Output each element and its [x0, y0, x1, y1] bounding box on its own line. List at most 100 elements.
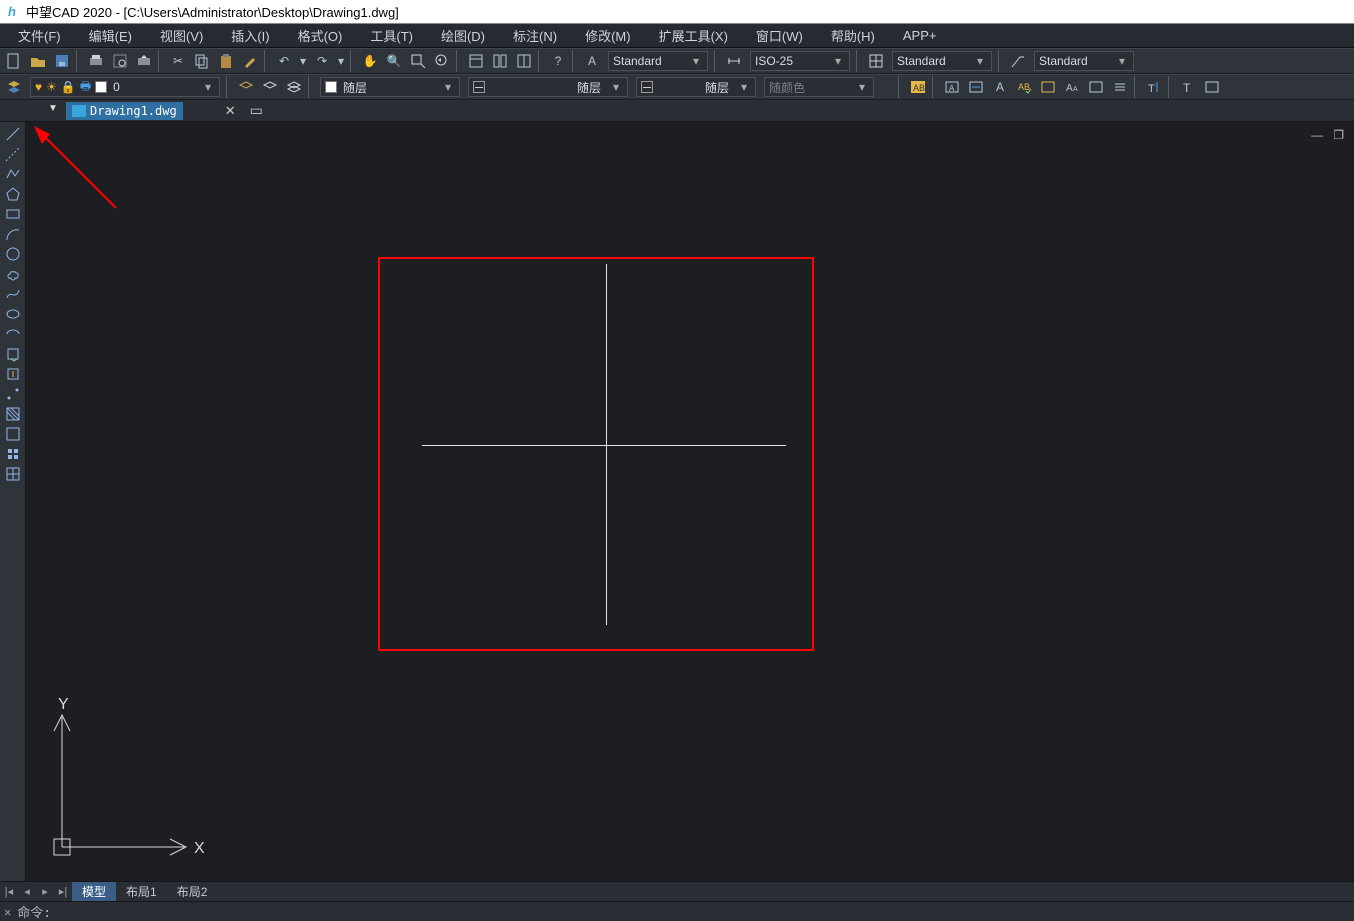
linetype-combo[interactable]: 随层 ▾ — [468, 77, 628, 97]
text-height-icon[interactable]: T — [1143, 76, 1165, 98]
line-icon[interactable] — [2, 124, 24, 144]
new-tab-icon[interactable]: ▭ — [250, 102, 263, 119]
menu-help[interactable]: 帮助(H) — [817, 24, 889, 47]
gradient-icon[interactable] — [2, 424, 24, 444]
field-icon[interactable]: A — [941, 76, 963, 98]
redo-icon[interactable]: ↷ — [311, 50, 333, 72]
print-preview-icon[interactable] — [109, 50, 131, 72]
text-prop-icon[interactable] — [1085, 76, 1107, 98]
layer-uniso-icon[interactable] — [283, 76, 305, 98]
single-text-icon[interactable]: T — [1177, 76, 1199, 98]
text-style-combo[interactable]: Standard ▾ — [608, 51, 708, 71]
layout-last-icon[interactable]: ▸| — [54, 885, 72, 898]
zoom-prev-icon[interactable] — [431, 50, 453, 72]
color-combo[interactable]: 随层 ▾ — [320, 77, 460, 97]
zoom-realtime-icon[interactable]: 🔍 — [383, 50, 405, 72]
command-line[interactable]: ✕ 命令: — [0, 901, 1354, 921]
polyline-icon[interactable] — [2, 164, 24, 184]
open-icon[interactable] — [27, 50, 49, 72]
point-icon[interactable] — [2, 384, 24, 404]
make-block-icon[interactable] — [2, 364, 24, 384]
layer-manager-icon[interactable] — [3, 76, 25, 98]
table-style-icon[interactable] — [865, 50, 887, 72]
document-tab-active[interactable]: Drawing1.dwg — [66, 102, 183, 120]
save-icon[interactable] — [51, 50, 73, 72]
layout-first-icon[interactable]: |◂ — [0, 885, 18, 898]
draw-toolbar — [0, 122, 26, 881]
layout-next-icon[interactable]: ▸ — [36, 885, 54, 898]
plotstyle-value: 随颜色 — [769, 79, 847, 96]
insert-block-icon[interactable] — [2, 344, 24, 364]
zoom-window-icon[interactable] — [407, 50, 429, 72]
xline-icon[interactable] — [2, 144, 24, 164]
menu-view[interactable]: 视图(V) — [146, 24, 217, 47]
copy-icon[interactable] — [191, 50, 213, 72]
menu-dim[interactable]: 标注(N) — [499, 24, 571, 47]
rectangle-icon[interactable] — [2, 204, 24, 224]
table-style-combo[interactable]: Standard ▾ — [892, 51, 992, 71]
menu-edit[interactable]: 编辑(E) — [75, 24, 146, 47]
layout-tab-2[interactable]: 布局2 — [167, 882, 218, 901]
help-icon[interactable]: ? — [547, 50, 569, 72]
match-prop-icon[interactable] — [239, 50, 261, 72]
design-center-icon[interactable] — [489, 50, 511, 72]
lineweight-combo[interactable]: 随层 ▾ — [636, 77, 756, 97]
publish-icon[interactable] — [133, 50, 155, 72]
dim-style-icon[interactable] — [723, 50, 745, 72]
menu-window[interactable]: 窗口(W) — [742, 24, 817, 47]
plotstyle-combo[interactable]: 随颜色 ▾ — [764, 77, 874, 97]
cut-icon[interactable]: ✂ — [167, 50, 189, 72]
menu-file[interactable]: 文件(F) — [4, 24, 75, 47]
table-icon[interactable] — [2, 464, 24, 484]
tab-list-dropdown-icon[interactable]: ▼ — [48, 103, 58, 114]
menu-ext[interactable]: 扩展工具(X) — [645, 24, 742, 47]
minimize-icon[interactable]: — — [1311, 128, 1323, 142]
layer-combo[interactable]: ♥ ☀ 🔒 🖶 0 ▾ — [30, 77, 220, 97]
text-misc-icon[interactable] — [1201, 76, 1223, 98]
spell-icon[interactable]: AB — [1013, 76, 1035, 98]
ellipse-icon[interactable] — [2, 304, 24, 324]
revcloud-icon[interactable] — [2, 264, 24, 284]
layout-prev-icon[interactable]: ◂ — [18, 885, 36, 898]
print-icon[interactable] — [85, 50, 107, 72]
layer-prev-icon[interactable] — [235, 76, 257, 98]
layout-tab-1[interactable]: 布局1 — [116, 882, 167, 901]
dim-style-combo[interactable]: ISO-25 ▾ — [750, 51, 850, 71]
text-scale-icon[interactable]: AA — [1061, 76, 1083, 98]
spline-icon[interactable] — [2, 284, 24, 304]
drawing-canvas[interactable]: — ❐ Y X — [26, 122, 1354, 881]
restore-icon[interactable]: ❐ — [1333, 128, 1344, 142]
menu-app[interactable]: APP+ — [889, 24, 951, 47]
mtext-icon[interactable]: AB — [907, 76, 929, 98]
tool-palettes-icon[interactable] — [513, 50, 535, 72]
undo-icon[interactable]: ↶ — [273, 50, 295, 72]
menu-tools[interactable]: 工具(T) — [356, 24, 427, 47]
mleader-style-combo[interactable]: Standard ▾ — [1034, 51, 1134, 71]
region-icon[interactable] — [2, 444, 24, 464]
layout-tab-model[interactable]: 模型 — [72, 882, 116, 901]
undo-dropdown-icon[interactable]: ▾ — [297, 50, 309, 72]
find-icon[interactable] — [1037, 76, 1059, 98]
line-spacing-icon[interactable] — [1109, 76, 1131, 98]
circle-icon[interactable] — [2, 244, 24, 264]
new-icon[interactable] — [3, 50, 25, 72]
polygon-icon[interactable] — [2, 184, 24, 204]
close-tab-icon[interactable]: ✕ — [225, 103, 236, 119]
command-close-icon[interactable]: ✕ — [4, 905, 11, 919]
text-style-icon[interactable]: A — [581, 50, 603, 72]
menu-draw[interactable]: 绘图(D) — [427, 24, 499, 47]
menu-insert[interactable]: 插入(I) — [217, 24, 283, 47]
ellipse-arc-icon[interactable] — [2, 324, 24, 344]
redo-dropdown-icon[interactable]: ▾ — [335, 50, 347, 72]
arc-icon[interactable] — [2, 224, 24, 244]
mleader-style-icon[interactable] — [1007, 50, 1029, 72]
menu-modify[interactable]: 修改(M) — [571, 24, 645, 47]
pan-icon[interactable]: ✋ — [359, 50, 381, 72]
menu-format[interactable]: 格式(O) — [284, 24, 357, 47]
layer-iso-icon[interactable] — [259, 76, 281, 98]
paste-icon[interactable] — [215, 50, 237, 72]
properties-icon[interactable] — [465, 50, 487, 72]
text-align-icon[interactable] — [965, 76, 987, 98]
text-style-mgr-icon[interactable]: A — [989, 76, 1011, 98]
hatch-icon[interactable] — [2, 404, 24, 424]
